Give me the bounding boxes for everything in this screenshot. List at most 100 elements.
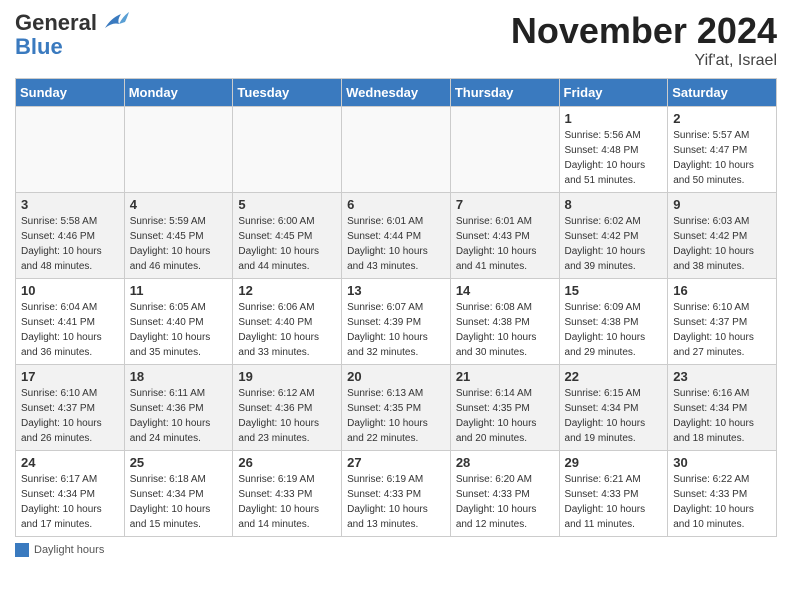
calendar-week-3: 10 Sunrise: 6:04 AM Sunset: 4:41 PM Dayli… [16,279,777,365]
logo-text-blue: Blue [15,34,63,59]
day-info: Sunrise: 6:19 AM Sunset: 4:33 PM Dayligh… [347,472,445,532]
weekday-header-monday: Monday [124,79,233,107]
day-info: Sunrise: 6:10 AM Sunset: 4:37 PM Dayligh… [673,300,771,360]
day-info: Sunrise: 6:01 AM Sunset: 4:43 PM Dayligh… [456,214,554,274]
calendar-cell: 15 Sunrise: 6:09 AM Sunset: 4:38 PM Dayli… [559,279,668,365]
day-info: Sunrise: 6:12 AM Sunset: 4:36 PM Dayligh… [238,386,336,446]
day-number: 25 [130,455,228,470]
day-number: 9 [673,197,771,212]
day-number: 17 [21,369,119,384]
day-number: 10 [21,283,119,298]
weekday-header-tuesday: Tuesday [233,79,342,107]
calendar-cell [342,107,451,193]
day-info: Sunrise: 6:19 AM Sunset: 4:33 PM Dayligh… [238,472,336,532]
calendar-cell: 26Sunrise: 6:19 AM Sunset: 4:33 PM Dayli… [233,451,342,537]
day-number: 15 [565,283,663,298]
calendar-cell: 29 Sunrise: 6:21 AM Sunset: 4:33 PM Dayli… [559,451,668,537]
day-info: Sunrise: 6:07 AM Sunset: 4:39 PM Dayligh… [347,300,445,360]
day-number: 7 [456,197,554,212]
page-header: General Blue November 2024 Yif'at, Israe… [15,10,777,70]
day-number: 30 [673,455,771,470]
calendar-week-1: 1 Sunrise: 5:56 AM Sunset: 4:48 PM Daylig… [16,107,777,193]
calendar-cell [124,107,233,193]
day-info: Sunrise: 6:09 AM Sunset: 4:38 PM Dayligh… [565,300,663,360]
day-info: Sunrise: 6:11 AM Sunset: 4:36 PM Dayligh… [130,386,228,446]
day-info: Sunrise: 6:10 AM Sunset: 4:37 PM Dayligh… [21,386,119,446]
calendar-cell: 25Sunrise: 6:18 AM Sunset: 4:34 PM Dayli… [124,451,233,537]
weekday-header-row: SundayMondayTuesdayWednesdayThursdayFrid… [16,79,777,107]
calendar-cell: 14 Sunrise: 6:08 AM Sunset: 4:38 PM Dayli… [450,279,559,365]
calendar-cell: 28Sunrise: 6:20 AM Sunset: 4:33 PM Dayli… [450,451,559,537]
day-info: Sunrise: 6:20 AM Sunset: 4:33 PM Dayligh… [456,472,554,532]
weekday-header-friday: Friday [559,79,668,107]
day-number: 20 [347,369,445,384]
day-info: Sunrise: 6:03 AM Sunset: 4:42 PM Dayligh… [673,214,771,274]
day-number: 29 [565,455,663,470]
day-info: Sunrise: 6:00 AM Sunset: 4:45 PM Dayligh… [238,214,336,274]
day-info: Sunrise: 6:05 AM Sunset: 4:40 PM Dayligh… [130,300,228,360]
day-info: Sunrise: 6:02 AM Sunset: 4:42 PM Dayligh… [565,214,663,274]
calendar-cell: 8 Sunrise: 6:02 AM Sunset: 4:42 PM Daylig… [559,193,668,279]
day-info: Sunrise: 6:01 AM Sunset: 4:44 PM Dayligh… [347,214,445,274]
day-info: Sunrise: 6:17 AM Sunset: 4:34 PM Dayligh… [21,472,119,532]
calendar-cell: 2Sunrise: 5:57 AM Sunset: 4:47 PM Daylig… [668,107,777,193]
calendar-cell: 7 Sunrise: 6:01 AM Sunset: 4:43 PM Daylig… [450,193,559,279]
calendar-cell: 17 Sunrise: 6:10 AM Sunset: 4:37 PM Dayli… [16,365,125,451]
day-info: Sunrise: 6:14 AM Sunset: 4:35 PM Dayligh… [456,386,554,446]
weekday-header-wednesday: Wednesday [342,79,451,107]
calendar-cell: 16 Sunrise: 6:10 AM Sunset: 4:37 PM Dayli… [668,279,777,365]
day-info: Sunrise: 6:06 AM Sunset: 4:40 PM Dayligh… [238,300,336,360]
day-number: 12 [238,283,336,298]
calendar-cell: 24 Sunrise: 6:17 AM Sunset: 4:34 PM Dayli… [16,451,125,537]
day-number: 3 [21,197,119,212]
day-number: 2 [673,111,771,126]
logo: General Blue [15,10,129,59]
calendar-cell: 18Sunrise: 6:11 AM Sunset: 4:36 PM Dayli… [124,365,233,451]
day-number: 24 [21,455,119,470]
legend-color-box [15,543,29,557]
calendar-cell: 5 Sunrise: 6:00 AM Sunset: 4:45 PM Daylig… [233,193,342,279]
calendar-cell: 12 Sunrise: 6:06 AM Sunset: 4:40 PM Dayli… [233,279,342,365]
weekday-header-thursday: Thursday [450,79,559,107]
day-info: Sunrise: 6:16 AM Sunset: 4:34 PM Dayligh… [673,386,771,446]
title-location: Yif'at, Israel [511,52,777,70]
calendar-cell: 30Sunrise: 6:22 AM Sunset: 4:33 PM Dayli… [668,451,777,537]
day-number: 22 [565,369,663,384]
day-info: Sunrise: 6:04 AM Sunset: 4:41 PM Dayligh… [21,300,119,360]
logo-text-general: General [15,12,97,34]
calendar-cell: 27Sunrise: 6:19 AM Sunset: 4:33 PM Dayli… [342,451,451,537]
calendar-cell: 19Sunrise: 6:12 AM Sunset: 4:36 PM Dayli… [233,365,342,451]
calendar-cell [450,107,559,193]
day-number: 23 [673,369,771,384]
calendar-cell: 23 Sunrise: 6:16 AM Sunset: 4:34 PM Dayli… [668,365,777,451]
calendar-cell: 13Sunrise: 6:07 AM Sunset: 4:39 PM Dayli… [342,279,451,365]
day-number: 8 [565,197,663,212]
calendar-cell: 6 Sunrise: 6:01 AM Sunset: 4:44 PM Daylig… [342,193,451,279]
calendar-cell: 21 Sunrise: 6:14 AM Sunset: 4:35 PM Dayli… [450,365,559,451]
logo-bird-icon [101,10,129,34]
day-number: 4 [130,197,228,212]
calendar-cell: 9 Sunrise: 6:03 AM Sunset: 4:42 PM Daylig… [668,193,777,279]
day-number: 5 [238,197,336,212]
calendar-cell [16,107,125,193]
day-info: Sunrise: 5:56 AM Sunset: 4:48 PM Dayligh… [565,128,663,188]
day-number: 14 [456,283,554,298]
day-info: Sunrise: 6:08 AM Sunset: 4:38 PM Dayligh… [456,300,554,360]
day-info: Sunrise: 6:15 AM Sunset: 4:34 PM Dayligh… [565,386,663,446]
day-info: Sunrise: 5:59 AM Sunset: 4:45 PM Dayligh… [130,214,228,274]
day-info: Sunrise: 6:21 AM Sunset: 4:33 PM Dayligh… [565,472,663,532]
calendar-cell: 22 Sunrise: 6:15 AM Sunset: 4:34 PM Dayli… [559,365,668,451]
calendar-cell: 4 Sunrise: 5:59 AM Sunset: 4:45 PM Daylig… [124,193,233,279]
calendar-footer: Daylight hours [15,543,777,557]
day-number: 21 [456,369,554,384]
calendar-week-2: 3 Sunrise: 5:58 AM Sunset: 4:46 PM Daylig… [16,193,777,279]
day-info: Sunrise: 5:58 AM Sunset: 4:46 PM Dayligh… [21,214,119,274]
day-number: 16 [673,283,771,298]
title-block: November 2024 Yif'at, Israel [511,10,777,70]
day-info: Sunrise: 6:13 AM Sunset: 4:35 PM Dayligh… [347,386,445,446]
day-number: 6 [347,197,445,212]
day-number: 1 [565,111,663,126]
weekday-header-sunday: Sunday [16,79,125,107]
calendar-cell: 3 Sunrise: 5:58 AM Sunset: 4:46 PM Daylig… [16,193,125,279]
weekday-header-saturday: Saturday [668,79,777,107]
